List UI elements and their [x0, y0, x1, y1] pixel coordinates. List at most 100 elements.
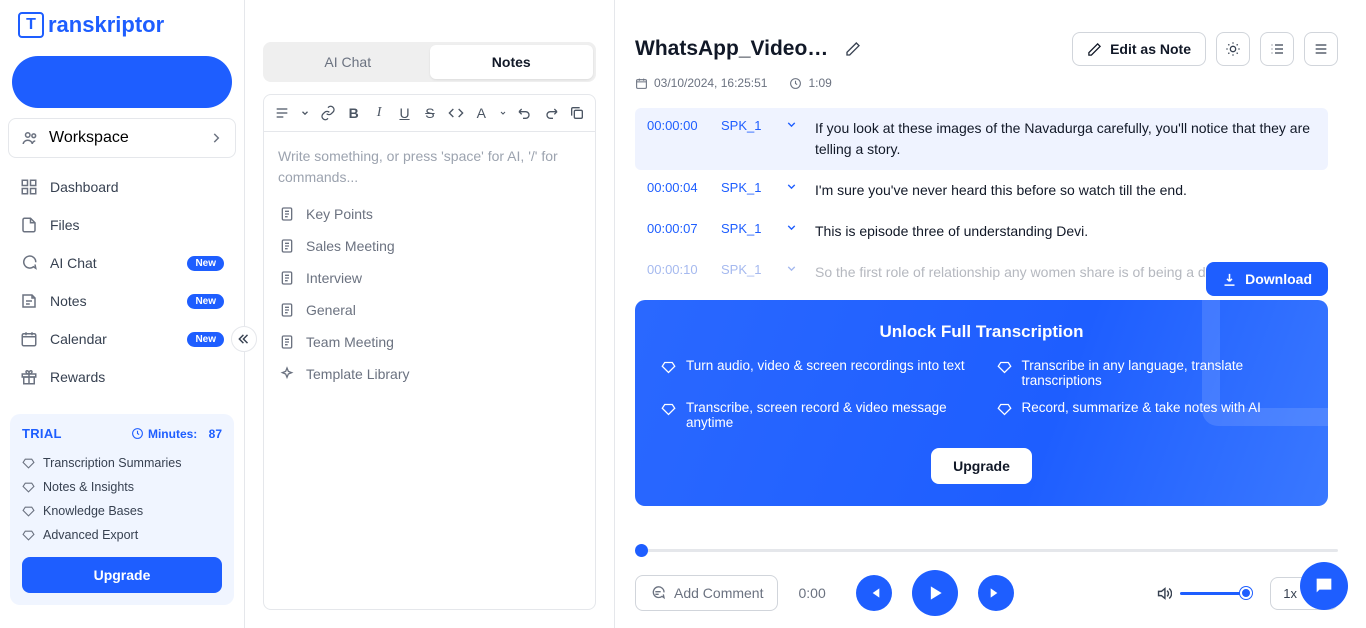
- sidebar: Transkriptor Workspace Dashboard Files A…: [0, 0, 245, 628]
- diamond-icon: [22, 505, 35, 518]
- logo-text: ranskriptor: [48, 12, 164, 38]
- undo-button[interactable]: [517, 103, 533, 123]
- strike-button[interactable]: S: [422, 103, 437, 123]
- underline-button[interactable]: U: [397, 103, 412, 123]
- clock-icon: [131, 427, 144, 440]
- transcript-time[interactable]: 00:00:00: [647, 118, 709, 133]
- menu-icon: [1313, 41, 1329, 57]
- transcript-row[interactable]: 00:00:00 SPK_1 If you look at these imag…: [635, 108, 1328, 170]
- transcript-row[interactable]: 00:00:04 SPK_1 I'm sure you've never hea…: [635, 170, 1328, 211]
- chevron-down-icon[interactable]: [785, 221, 803, 234]
- doc-icon: [278, 269, 296, 287]
- player-time: 0:00: [798, 585, 836, 601]
- link-button[interactable]: [320, 103, 336, 123]
- volume-thumb[interactable]: [1240, 587, 1252, 599]
- diamond-icon: [661, 360, 676, 375]
- redo-button[interactable]: [543, 103, 559, 123]
- unlock-title: Unlock Full Transcription: [661, 322, 1302, 342]
- italic-button[interactable]: I: [371, 103, 386, 123]
- transcript-time[interactable]: 00:00:10: [647, 262, 709, 277]
- diamond-icon: [997, 402, 1012, 417]
- volume-icon: [1155, 585, 1172, 602]
- doc-icon: [278, 237, 296, 255]
- transcript-time[interactable]: 00:00:04: [647, 180, 709, 195]
- document-title: WhatsApp_Video_202...: [635, 37, 835, 61]
- prev-button[interactable]: [856, 575, 892, 611]
- unlock-upgrade-button[interactable]: Upgrade: [931, 448, 1032, 484]
- template-teammeeting[interactable]: Team Meeting: [278, 326, 581, 358]
- theme-toggle-button[interactable]: [1216, 32, 1250, 66]
- tab-notes[interactable]: Notes: [430, 45, 594, 79]
- comment-icon: [650, 585, 666, 601]
- editor-toolbar: B I U S A: [264, 95, 595, 132]
- play-button[interactable]: [912, 570, 958, 616]
- calendar-icon: [635, 77, 648, 90]
- download-button[interactable]: Download: [1206, 262, 1328, 296]
- progress-bar[interactable]: [635, 549, 1338, 552]
- paragraph-style-dropdown[interactable]: [274, 103, 290, 123]
- text-color-button[interactable]: A: [474, 103, 489, 123]
- unlock-feature: Transcribe in any language, translate tr…: [997, 358, 1303, 388]
- unlock-feature: Turn audio, video & screen recordings in…: [661, 358, 967, 388]
- badge-new: New: [187, 256, 224, 271]
- collapse-sidebar-button[interactable]: [231, 326, 257, 352]
- template-keypoints[interactable]: Key Points: [278, 198, 581, 230]
- list-view-button[interactable]: [1260, 32, 1294, 66]
- nav-aichat[interactable]: AI Chat New: [6, 244, 238, 282]
- nav-calendar[interactable]: Calendar New: [6, 320, 238, 358]
- transcript-speaker[interactable]: SPK_1: [721, 262, 773, 277]
- chevron-down-icon[interactable]: [499, 103, 507, 123]
- template-general[interactable]: General: [278, 294, 581, 326]
- nav-dashboard[interactable]: Dashboard: [6, 168, 238, 206]
- edit-as-note-button[interactable]: Edit as Note: [1072, 32, 1206, 66]
- workspace-label: Workspace: [49, 129, 129, 147]
- trial-panel: TRIAL Minutes: 87 Transcription Summarie…: [10, 414, 234, 605]
- unlock-feature: Transcribe, screen record & video messag…: [661, 400, 967, 430]
- nav-label: Files: [50, 217, 80, 233]
- skip-next-icon: [988, 585, 1004, 601]
- nav-notes[interactable]: Notes New: [6, 282, 238, 320]
- template-interview[interactable]: Interview: [278, 262, 581, 294]
- code-button[interactable]: [448, 103, 464, 123]
- more-menu-button[interactable]: [1304, 32, 1338, 66]
- transcript-time[interactable]: 00:00:07: [647, 221, 709, 236]
- chevron-down-icon[interactable]: [300, 103, 310, 123]
- transcript-row[interactable]: 00:00:07 SPK_1 This is episode three of …: [635, 211, 1328, 252]
- player: Add Comment 0:00 1x: [635, 535, 1338, 616]
- editor-body[interactable]: Write something, or press 'space' for AI…: [264, 132, 595, 404]
- doc-date: 03/10/2024, 16:25:51: [635, 76, 767, 90]
- bold-button[interactable]: B: [346, 103, 361, 123]
- dashboard-icon: [20, 178, 38, 196]
- transcript-speaker[interactable]: SPK_1: [721, 221, 773, 236]
- calendar-icon: [20, 330, 38, 348]
- next-button[interactable]: [978, 575, 1014, 611]
- logo[interactable]: Transkriptor: [0, 12, 244, 50]
- editor-placeholder: Write something, or press 'space' for AI…: [278, 146, 581, 188]
- template-library[interactable]: Template Library: [278, 358, 581, 390]
- nav-label: Dashboard: [50, 179, 119, 195]
- chat-fab[interactable]: [1300, 562, 1348, 610]
- tab-aichat[interactable]: AI Chat: [266, 45, 430, 79]
- chevron-down-icon[interactable]: [785, 262, 803, 275]
- doc-duration: 1:09: [789, 76, 831, 90]
- chevron-down-icon[interactable]: [785, 180, 803, 193]
- add-comment-button[interactable]: Add Comment: [635, 575, 778, 611]
- nav-files[interactable]: Files: [6, 206, 238, 244]
- editor-box: B I U S A Write something, or press 'spa…: [263, 94, 596, 610]
- edit-title-button[interactable]: [845, 41, 861, 57]
- primary-action-button[interactable]: [12, 56, 232, 108]
- transcript-speaker[interactable]: SPK_1: [721, 180, 773, 195]
- diamond-icon: [22, 457, 35, 470]
- copy-button[interactable]: [569, 103, 585, 123]
- transcript-speaker[interactable]: SPK_1: [721, 118, 773, 133]
- nav-rewards[interactable]: Rewards: [6, 358, 238, 396]
- play-icon: [925, 583, 945, 603]
- trial-feature: Knowledge Bases: [22, 499, 222, 523]
- volume-control[interactable]: [1155, 585, 1250, 602]
- workspace-select[interactable]: Workspace: [8, 118, 236, 158]
- volume-slider[interactable]: [1180, 592, 1250, 595]
- chevron-down-icon[interactable]: [785, 118, 803, 131]
- progress-thumb[interactable]: [635, 544, 648, 557]
- template-salesmeeting[interactable]: Sales Meeting: [278, 230, 581, 262]
- sidebar-upgrade-button[interactable]: Upgrade: [22, 557, 222, 593]
